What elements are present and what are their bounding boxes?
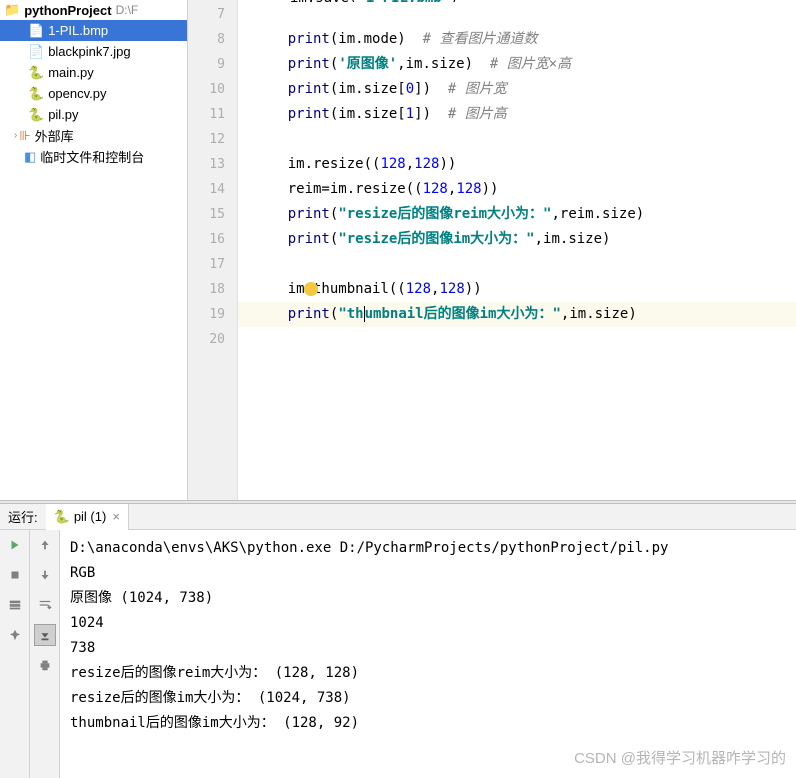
run-panel: 运行: 🐍 pil (1) × D:\anaconda\envs\AKS\pyt… xyxy=(0,504,796,778)
line-number: 7 xyxy=(188,2,237,27)
chevron-right-icon: › xyxy=(14,130,17,141)
image-file-icon: 📄 xyxy=(28,44,44,60)
code-content[interactable]: im.save('1-PIL.bmp') print(im.mode) # 查看… xyxy=(238,0,796,500)
file-name: opencv.py xyxy=(48,86,106,101)
console-line: 738 xyxy=(70,636,786,661)
code-line[interactable]: im.resize((128,128)) xyxy=(238,152,796,177)
line-number: 9 xyxy=(188,52,237,77)
python-file-icon: 🐍 xyxy=(28,107,44,123)
file-tree-item[interactable]: 🐍 pil.py xyxy=(0,104,187,125)
file-name: blackpink7.jpg xyxy=(48,44,130,59)
file-tree-item[interactable]: 📄 1-PIL.bmp xyxy=(0,20,187,41)
file-tree-item[interactable]: 📄 blackpink7.jpg xyxy=(0,41,187,62)
folder-icon: 📁 xyxy=(4,2,20,18)
code-editor[interactable]: 7891011121314151617181920 im.save('1-PIL… xyxy=(188,0,796,500)
layout-button[interactable] xyxy=(4,594,26,616)
python-file-icon: 🐍 xyxy=(28,86,44,102)
code-line[interactable]: print(im.size[1]) # 图片高 xyxy=(238,102,796,127)
intention-bulb-icon[interactable] xyxy=(304,282,318,296)
code-line[interactable]: print("resize后的图像im大小为：",im.size) xyxy=(238,227,796,252)
run-header: 运行: 🐍 pil (1) × xyxy=(0,504,796,530)
line-number: 18 xyxy=(188,277,237,302)
code-line[interactable]: print(im.mode) # 查看图片通道数 xyxy=(238,27,796,52)
line-number: 8 xyxy=(188,27,237,52)
line-number: 15 xyxy=(188,202,237,227)
console-line: 1024 xyxy=(70,611,786,636)
scratches-icon: ◧ xyxy=(24,149,36,165)
line-gutter: 7891011121314151617181920 xyxy=(188,0,238,500)
console-output[interactable]: D:\anaconda\envs\AKS\python.exe D:/Pycha… xyxy=(60,530,796,778)
sidebar-scratches[interactable]: ◧ 临时文件和控制台 xyxy=(0,146,187,167)
file-name: 1-PIL.bmp xyxy=(48,23,108,38)
run-toolbar-left xyxy=(0,530,30,778)
project-name: pythonProject xyxy=(24,3,111,18)
code-line[interactable]: print('原图像',im.size) # 图片宽×高 xyxy=(238,52,796,77)
code-line[interactable] xyxy=(238,2,796,27)
project-path: D:\F xyxy=(116,3,139,17)
run-tab-name: pil (1) xyxy=(74,509,107,524)
console-line: 原图像 (1024, 738) xyxy=(70,586,786,611)
console-line: D:\anaconda\envs\AKS\python.exe D:/Pycha… xyxy=(70,536,786,561)
run-toolbar-middle xyxy=(30,530,60,778)
external-libs-icon: ⊪ xyxy=(19,128,30,144)
pin-button[interactable] xyxy=(4,624,26,646)
file-name: main.py xyxy=(48,65,94,80)
wrap-button[interactable] xyxy=(34,594,56,616)
python-icon: 🐍 xyxy=(54,509,70,525)
line-number: 14 xyxy=(188,177,237,202)
stop-button[interactable] xyxy=(4,564,26,586)
rerun-button[interactable] xyxy=(4,534,26,556)
code-line[interactable]: im.thumbnail((128,128)) xyxy=(238,277,796,302)
run-label: 运行: xyxy=(0,507,46,526)
code-line[interactable]: print("resize后的图像reim大小为：",reim.size) xyxy=(238,202,796,227)
image-file-icon: 📄 xyxy=(28,23,44,39)
code-line[interactable] xyxy=(238,252,796,277)
line-number: 10 xyxy=(188,77,237,102)
line-number: 12 xyxy=(188,127,237,152)
line-number: 11 xyxy=(188,102,237,127)
close-icon[interactable]: × xyxy=(112,509,120,524)
console-line: thumbnail后的图像im大小为： (128, 92) xyxy=(70,711,786,736)
project-root[interactable]: 📁 pythonProject D:\F xyxy=(0,0,187,20)
code-line[interactable]: print("thumbnail后的图像im大小为：",im.size) xyxy=(238,302,796,327)
console-line: resize后的图像reim大小为： (128, 128) xyxy=(70,661,786,686)
code-line[interactable]: print(im.size[0]) # 图片宽 xyxy=(238,77,796,102)
project-sidebar[interactable]: 📁 pythonProject D:\F 📄 1-PIL.bmp 📄 blackpin… xyxy=(0,0,188,500)
line-number: 20 xyxy=(188,327,237,352)
file-tree-item[interactable]: 🐍 opencv.py xyxy=(0,83,187,104)
file-tree-item[interactable]: 🐍 main.py xyxy=(0,62,187,83)
console-line: resize后的图像im大小为： (1024, 738) xyxy=(70,686,786,711)
console-line: RGB xyxy=(70,561,786,586)
code-line[interactable]: reim=im.resize((128,128)) xyxy=(238,177,796,202)
python-file-icon: 🐍 xyxy=(28,65,44,81)
run-tab[interactable]: 🐍 pil (1) × xyxy=(46,504,129,530)
line-number: 16 xyxy=(188,227,237,252)
print-button[interactable] xyxy=(34,654,56,676)
file-name: pil.py xyxy=(48,107,78,122)
line-number: 13 xyxy=(188,152,237,177)
line-number: 19 xyxy=(188,302,237,327)
line-number: 17 xyxy=(188,252,237,277)
section-label: 外部库 xyxy=(35,126,74,145)
section-label: 临时文件和控制台 xyxy=(40,147,144,166)
code-line[interactable] xyxy=(238,127,796,152)
down-button[interactable] xyxy=(34,564,56,586)
scroll-to-end-button[interactable] xyxy=(34,624,56,646)
sidebar-external-libs[interactable]: › ⊪ 外部库 xyxy=(0,125,187,146)
up-button[interactable] xyxy=(34,534,56,556)
